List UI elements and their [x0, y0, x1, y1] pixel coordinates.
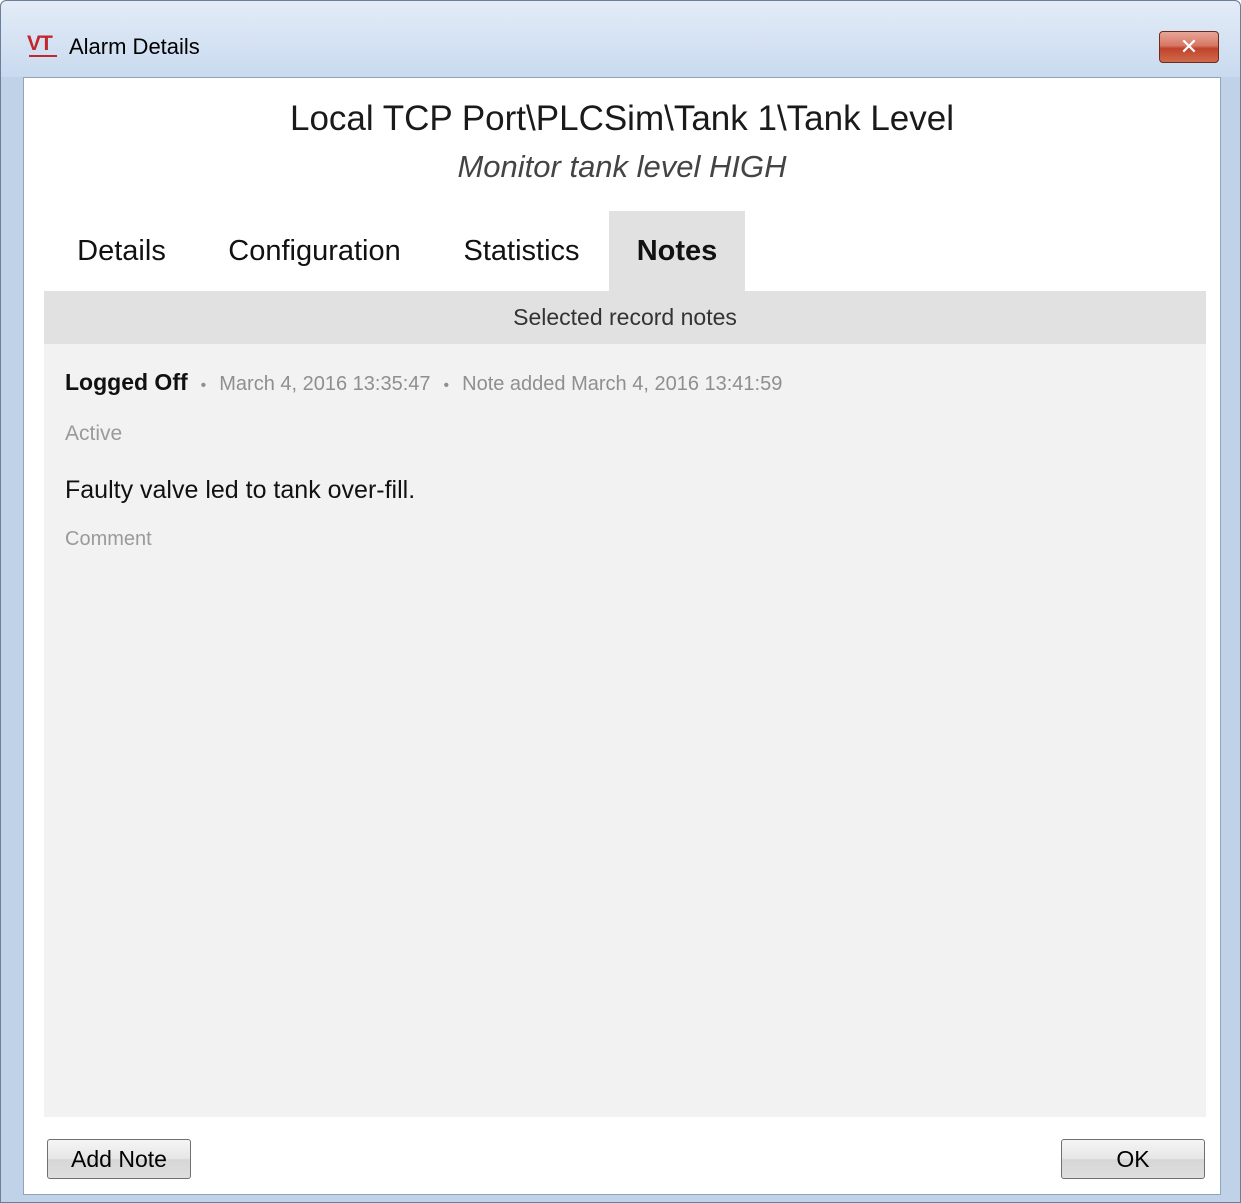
logo-text: VT [27, 32, 53, 55]
tab-details[interactable]: Details [44, 211, 199, 291]
record-timestamp: March 4, 2016 13:35:47 [219, 373, 431, 395]
vt-logo-icon: VT [27, 33, 61, 61]
separator-dot: • [200, 377, 207, 394]
title-bar: VT Alarm Details ✕ [1, 1, 1240, 77]
tab-label: Statistics [463, 234, 580, 267]
tab-label: Notes [636, 234, 718, 267]
note-state: Active [65, 422, 123, 445]
tab-label: Details [77, 234, 166, 267]
alarm-description: Monitor tank level HIGH [457, 149, 787, 184]
note-added-timestamp: Note added March 4, 2016 13:41:59 [462, 373, 783, 395]
separator-dot: • [443, 377, 450, 394]
note-header: Logged Off • March 4, 2016 13:35:47 • No… [65, 369, 782, 396]
note-kind: Comment [65, 528, 152, 550]
logo-underline [29, 55, 57, 57]
add-note-button[interactable]: Add Note [47, 1139, 191, 1179]
tab-notes[interactable]: Notes [609, 211, 745, 291]
ok-button[interactable]: OK [1061, 1139, 1205, 1179]
close-button[interactable]: ✕ [1159, 31, 1219, 63]
alarm-path-title: Local TCP Port\PLCSim\Tank 1\Tank Level [289, 99, 955, 138]
section-header: Selected record notes [44, 291, 1206, 344]
alarm-details-window: VT Alarm Details ✕ Local TCP Port\PLCSim… [0, 0, 1241, 1203]
tab-configuration[interactable]: Configuration [207, 211, 422, 291]
tab-statistics[interactable]: Statistics [450, 211, 593, 291]
tab-label: Configuration [228, 234, 401, 267]
note-user: Logged Off [65, 369, 188, 395]
notes-panel: Selected record notes Logged Off • March… [44, 291, 1206, 1117]
window-title: Alarm Details [69, 34, 200, 59]
close-icon: ✕ [1179, 34, 1199, 59]
dialog-body: Local TCP Port\PLCSim\Tank 1\Tank Level … [23, 77, 1221, 1195]
note-text: Faulty valve led to tank over-fill. [65, 476, 416, 504]
